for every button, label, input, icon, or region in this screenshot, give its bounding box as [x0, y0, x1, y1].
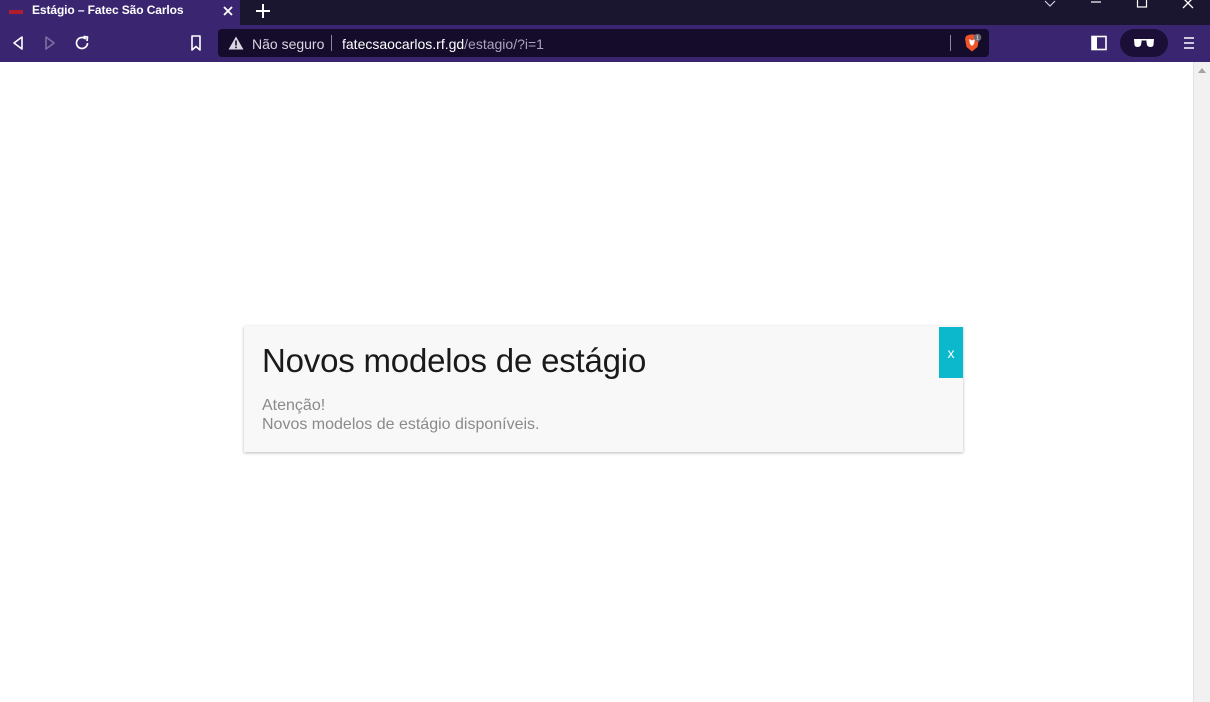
shields-badge-count: 1 — [976, 36, 979, 42]
brave-shields-icon[interactable]: 1 — [962, 33, 982, 53]
modal-body-line-1: Atenção! — [262, 397, 326, 414]
tab-strip: Estágio – Fatec São Carlos — [0, 0, 1210, 25]
announcement-modal: Novos modelos de estágio Atenção! Novos … — [244, 326, 963, 452]
glasses-icon — [1134, 39, 1154, 47]
sidebar-icon[interactable] — [1090, 34, 1108, 52]
back-icon[interactable] — [9, 34, 27, 52]
modal-title: Novos modelos de estágio — [262, 342, 647, 379]
modal-body: Atenção! Novos modelos de estágio dispon… — [262, 396, 540, 434]
address-bar[interactable]: Não seguro fatecsaocarlos.rf.gd/estagio/… — [218, 29, 989, 57]
reader-mode-button[interactable] — [1120, 29, 1168, 57]
new-tab-icon[interactable] — [254, 2, 272, 20]
maximize-icon[interactable] — [1132, 0, 1152, 14]
address-divider — [331, 35, 332, 51]
fatec-favicon-icon — [9, 10, 23, 14]
url-text[interactable]: fatecsaocarlos.rf.gd/estagio/?i=1 — [342, 36, 544, 52]
tab-search-chevron-icon[interactable] — [1040, 0, 1060, 14]
shields-divider — [950, 35, 951, 51]
security-status-label[interactable]: Não seguro — [252, 36, 324, 52]
url-path: /estagio/?i=1 — [464, 36, 544, 52]
modal-body-line-2: Novos modelos de estágio disponíveis. — [262, 416, 540, 433]
browser-tab[interactable]: Estágio – Fatec São Carlos — [0, 0, 240, 25]
close-window-icon[interactable] — [1178, 0, 1198, 14]
tab-title: Estágio – Fatec São Carlos — [32, 3, 184, 17]
forward-icon[interactable] — [41, 34, 59, 52]
tab-close-icon[interactable] — [220, 3, 236, 19]
bookmark-icon[interactable] — [187, 34, 205, 52]
menu-icon[interactable] — [1180, 34, 1198, 52]
vertical-scrollbar[interactable] — [1193, 62, 1210, 702]
scroll-up-arrow-icon[interactable] — [1198, 67, 1206, 73]
minimize-icon[interactable] — [1086, 0, 1106, 14]
modal-close-button[interactable]: x — [939, 327, 963, 378]
warning-icon[interactable] — [228, 36, 244, 50]
browser-toolbar: Não seguro fatecsaocarlos.rf.gd/estagio/… — [0, 25, 1210, 62]
url-host: fatecsaocarlos.rf.gd — [342, 36, 465, 52]
reload-icon[interactable] — [73, 34, 91, 52]
